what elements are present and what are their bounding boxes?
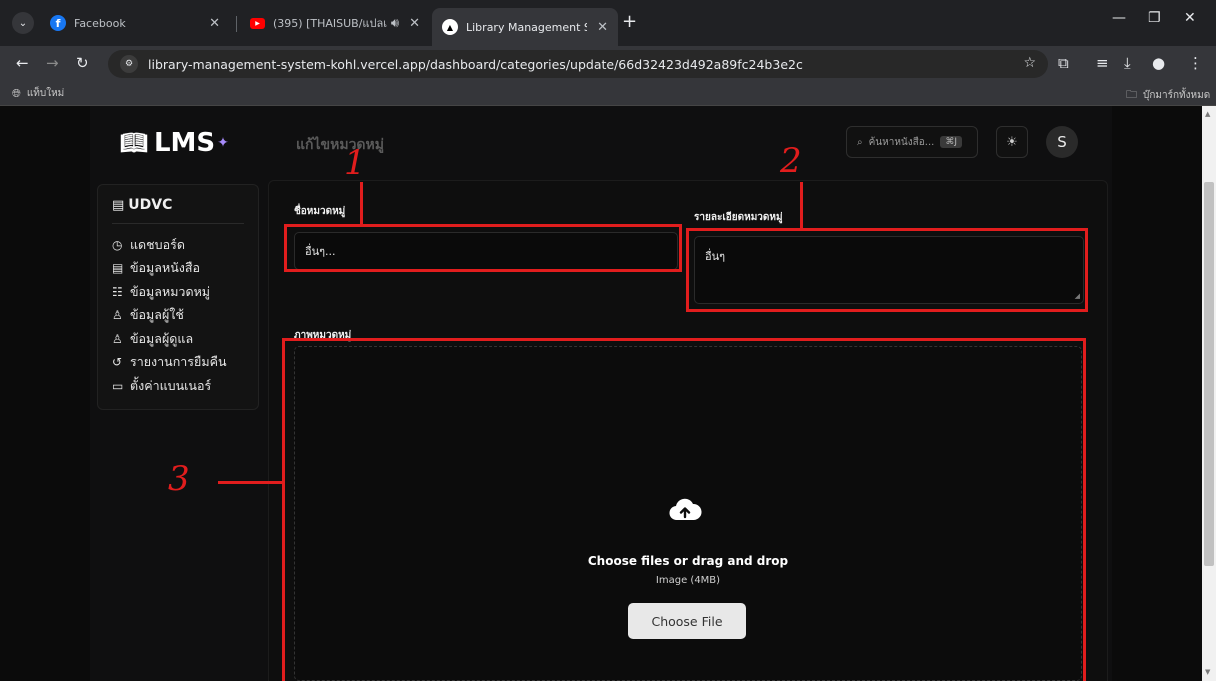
tab-facebook[interactable]: f Facebook ✕	[40, 8, 230, 38]
annotation-line-2	[800, 182, 803, 230]
history-icon: ↺	[112, 355, 123, 370]
tab-youtube[interactable]: ▶ (395) [THAISUB/แปลเพลง] Ench 🔊︎ ✕	[240, 8, 430, 38]
menu-icon[interactable]: ⋮	[1188, 54, 1203, 72]
vercel-icon: ▲	[442, 19, 458, 35]
scroll-down-icon[interactable]: ▼	[1205, 668, 1210, 676]
search-icon: ⌕	[857, 136, 863, 148]
scroll-thumb[interactable]	[1204, 182, 1214, 566]
folder-icon: 🗀	[1126, 88, 1137, 101]
clock-icon: ◷	[112, 237, 123, 252]
annotation-line-1	[360, 182, 363, 226]
forward-icon[interactable]: →	[46, 54, 59, 72]
sidebar-item-dashboard[interactable]: ◷ แดชบอร์ด	[112, 233, 227, 257]
annotation-number-3: 3	[168, 459, 190, 499]
all-bookmarks[interactable]: 🗀 บุ๊กมาร์กทั้งหมด	[1126, 86, 1210, 105]
sidebar-divider	[112, 223, 244, 224]
sidebar-item-users[interactable]: ♙ ข้อมูลผู้ใช้	[112, 304, 227, 328]
youtube-icon: ▶	[250, 17, 265, 29]
back-icon[interactable]: ←	[16, 54, 29, 72]
tab-library-management-system[interactable]: ▲ Library Management System ✕	[432, 8, 618, 46]
category-name-label: ชื่อหมวดหมู่	[294, 206, 346, 217]
book-icon: ▤	[112, 261, 124, 276]
sidebar-menu: ◷ แดชบอร์ด ▤ ข้อมูลหนังสือ ☷ ข้อมูลหมวดหมู่…	[112, 233, 227, 398]
close-window-icon[interactable]: ✕	[1184, 10, 1196, 26]
profile-icon[interactable]: ●	[1152, 54, 1165, 72]
reading-list-icon[interactable]: ≡	[1096, 54, 1109, 72]
extensions-icon[interactable]: ⧉	[1058, 54, 1069, 72]
globe-icon: 🌐︎	[12, 86, 21, 100]
user-icon: ♙	[112, 308, 123, 323]
category-icon: ☷	[112, 284, 123, 299]
annotation-number-1: 1	[344, 143, 366, 183]
url-text[interactable]: library-management-system-kohl.vercel.ap…	[148, 57, 803, 72]
sidebar: ▤ UDVC ◷ แดชบอร์ด ▤ ข้อมูลหนังสือ ☷ ข้อมูลห…	[97, 184, 259, 410]
sparkle-icon: ✦	[217, 135, 229, 151]
address-bar[interactable]: ⚙ library-management-system-kohl.vercel.…	[108, 50, 1048, 78]
restore-icon[interactable]: ❐	[1148, 10, 1161, 26]
site-info-icon[interactable]: ⚙	[120, 55, 138, 73]
annotation-box-3	[282, 338, 1086, 681]
book-icon: ▤	[112, 197, 125, 213]
bookmark-new-tab[interactable]: 🌐︎ แท็บใหม่	[12, 86, 64, 101]
close-tab-icon[interactable]: ✕	[409, 16, 420, 31]
tab-search-icon[interactable]: ⌄	[12, 12, 34, 34]
minimize-icon[interactable]: —	[1112, 10, 1126, 26]
sidebar-item-banner-settings[interactable]: ▭ ตั้งค่าแบนเนอร์	[112, 374, 227, 398]
category-description-label: รายละเอียดหมวดหมู่	[694, 212, 783, 223]
facebook-icon: f	[50, 15, 66, 31]
search-input[interactable]: ⌕ ค้นหาหนังสือ... ⌘J	[846, 126, 978, 158]
close-tab-icon[interactable]: ✕	[209, 16, 220, 31]
admin-icon: ♙	[112, 331, 123, 346]
sun-icon: ☀	[1006, 134, 1018, 150]
app-logo[interactable]: 📖︎ LMS ✦	[120, 128, 229, 158]
page-title: แก้ไขหมวดหมู่	[296, 137, 384, 153]
new-tab-button[interactable]: +	[622, 11, 637, 32]
theme-toggle-button[interactable]: ☀	[996, 126, 1028, 158]
annotation-number-2: 2	[780, 141, 802, 181]
sidebar-item-books[interactable]: ▤ ข้อมูลหนังสือ	[112, 257, 227, 281]
annotation-box-2	[686, 228, 1088, 312]
close-tab-icon[interactable]: ✕	[597, 20, 608, 35]
sidebar-item-categories[interactable]: ☷ ข้อมูลหมวดหมู่	[112, 280, 227, 304]
banner-icon: ▭	[112, 378, 124, 393]
scroll-up-icon[interactable]: ▲	[1205, 110, 1210, 118]
shortcut-badge: ⌘J	[940, 136, 962, 148]
sidebar-item-borrow-report[interactable]: ↺ รายงานการยืมคืน	[112, 351, 227, 375]
bookmarks-bar: 🌐︎ แท็บใหม่ 🗀 บุ๊กมาร์กทั้งหมด	[0, 82, 1216, 106]
annotation-line-3	[218, 481, 284, 484]
avatar[interactable]: S	[1046, 126, 1078, 158]
annotation-box-1	[284, 224, 682, 272]
reload-icon[interactable]: ↻	[76, 54, 89, 72]
sidebar-item-admins[interactable]: ♙ ข้อมูลผู้ดูแล	[112, 327, 227, 351]
audio-icon[interactable]: 🔊︎	[391, 16, 399, 31]
sidebar-title: ▤ UDVC	[112, 197, 173, 213]
page-viewport: 📖︎ LMS ✦ แก้ไขหมวดหมู่ ⌕ ค้นหาหนังสือ...…	[0, 106, 1216, 681]
open-book-icon: 📖︎	[120, 130, 148, 156]
tab-divider	[236, 16, 237, 32]
browser-tab-bar: ⌄ f Facebook ✕ ▶ (395) [THAISUB/แปลเพลง]…	[0, 0, 1216, 46]
bookmark-star-icon[interactable]: ☆	[1023, 55, 1036, 71]
browser-toolbar: ← → ↻ ⚙ library-management-system-kohl.v…	[0, 46, 1216, 82]
page-scrollbar[interactable]: ▲ ▼	[1202, 106, 1216, 681]
download-icon[interactable]: ⤓	[1124, 54, 1131, 72]
